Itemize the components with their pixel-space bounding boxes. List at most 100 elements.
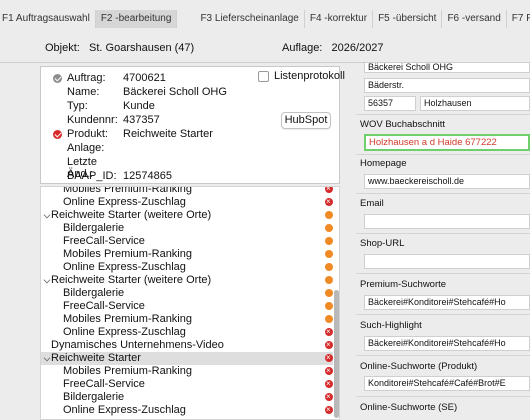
status-error-icon [325,364,333,377]
auflage-value: 2026/2027 [331,42,384,54]
status-error-icon [325,351,333,364]
tab-f5-uebersicht[interactable]: F5 -übersicht [373,10,443,28]
online-suchworte-se-label: Online-Suchworte (SE) [360,402,458,413]
tree-item[interactable]: Dynamisches Unternehmens-Video [41,338,333,352]
tab-f7[interactable]: F7 Fre [507,10,530,28]
status-error-icon [325,390,333,403]
tree-item-label: Bildergalerie [63,391,125,403]
tab-f4-korrektur[interactable]: F4 -korrektur [305,10,374,28]
function-key-tabbar: F1 Auftragsauswahl F2 -bearbeitung F3 Li… [0,10,530,28]
tree-item-label: FreeCall-Service [63,300,145,312]
status-warning-icon [325,263,333,271]
status-warning-icon [325,237,333,245]
status-warning-icon [325,289,333,297]
customer-details-panel: Bäckerei Scholl OHG Bäderstr. 56357 Holz… [356,62,530,420]
auflage-label: Auflage: [282,42,323,54]
info-label: Anlage: [67,142,105,154]
tree-item-label: Bildergalerie [63,222,125,234]
street-field[interactable]: Bäderstr. [364,78,530,93]
info-label: Kundennr: [67,114,118,126]
divider [356,314,530,315]
auflage-line: Auflage: 2026/2027 [282,42,384,54]
tree-group-selected[interactable]: Reichweite Starter [41,351,333,365]
homepage-field[interactable]: www.baeckereischoll.de [364,174,530,189]
gray-check-icon [53,74,62,83]
chevron-down-icon[interactable] [43,354,51,362]
product-tree: Mobiles Premium-Ranking Online Express-Z… [40,186,340,420]
tree-item[interactable]: FreeCall-Service [41,377,333,391]
divider [356,273,530,274]
info-value: 437357 [123,114,160,126]
listenprotokoll-checkbox[interactable]: Listenprotokoll [258,70,345,82]
tree-item[interactable]: Bildergalerie [41,222,333,235]
tree-group[interactable]: Reichweite Starter (weitere Orte) [41,209,333,222]
tree-item[interactable]: Mobiles Premium-Ranking [41,364,333,378]
status-warning-icon [325,315,333,323]
tree-item[interactable]: FreeCall-Service [41,235,333,248]
tree-item[interactable]: Mobiles Premium-Ranking [41,187,333,196]
info-value: 12574865 [123,170,172,182]
status-warning-icon [325,224,333,232]
premium-suchworte-field[interactable]: Bäckerei#Konditorei#Stehcafé#Ho [364,295,530,310]
tree-item-label: Bildergalerie [63,287,125,299]
info-label: Auftrag: [67,72,106,84]
tree-item[interactable]: Online Express-Zuschlag [41,261,333,274]
tree-group-label: Reichweite Starter [51,352,141,364]
tree-item[interactable]: FreeCall-Service [41,300,333,313]
tree-item-label: Dynamisches Unternehmens-Video [51,339,224,351]
status-warning-icon [325,250,333,258]
status-error-icon [325,377,333,390]
info-value: 4700621 [123,72,166,84]
tree-item-label: Mobiles Premium-Ranking [63,248,192,260]
info-label: Name: [67,86,100,98]
tree-item[interactable]: Mobiles Premium-Ranking [41,313,333,326]
tree-scrollbar[interactable] [334,290,339,418]
wov-label: WOV Buchabschnitt [360,119,446,130]
info-value: Bäckerei Scholl OHG [123,86,227,98]
red-check-icon [53,130,62,139]
company-field[interactable]: Bäckerei Scholl OHG [364,62,530,73]
status-error-icon [325,325,333,338]
tree-item-label: Mobiles Premium-Ranking [63,313,192,325]
online-suchworte-produkt-field[interactable]: Konditorei#Stehcafé#Café#Brot#E [364,376,530,391]
shop-url-field[interactable] [364,254,530,269]
divider [356,114,530,115]
checkbox-box[interactable] [258,70,269,82]
hubspot-button[interactable]: HubSpot [281,112,331,129]
tree-group[interactable]: Reichweite Starter (weitere Orte) [41,274,333,287]
such-highlight-field[interactable]: Bäckerei#Konditorei#Stehcafé#Ho [364,336,530,351]
such-highlight-label: Such-Highlight [360,320,422,331]
tree-item[interactable]: Online Express-Zuschlag [41,195,333,209]
wov-buchabschnitt-field[interactable]: Holzhausen a d Haide 677222 [364,134,530,151]
tab-f3-lieferscheinanlage[interactable]: F3 Lieferscheinanlage [195,10,305,28]
tree-item[interactable]: Bildergalerie [41,287,333,300]
status-error-icon [325,403,333,416]
tree-item-label: FreeCall-Service [63,378,145,390]
email-field[interactable] [364,214,530,229]
tree-item-label: Online Express-Zuschlag [63,196,186,208]
objekt-line: Objekt: St. Goarshausen (47) [45,42,194,54]
tab-f6-versand[interactable]: F6 -versand [442,10,507,28]
status-warning-icon [325,276,333,284]
tree-item[interactable]: Bildergalerie [41,390,333,404]
status-error-icon [325,338,333,351]
shop-url-label: Shop-URL [360,238,405,249]
zip-field[interactable]: 56357 [364,96,416,111]
tree-item[interactable]: Online Express-Zuschlag [41,403,333,417]
divider [356,396,530,397]
tree-item-label: Online Express-Zuschlag [63,404,186,416]
objekt-value: St. Goarshausen (47) [89,42,195,54]
city-field[interactable]: Holzhausen [420,96,530,111]
tree-item[interactable]: Mobiles Premium-Ranking [41,248,333,261]
tab-f2-bearbeitung[interactable]: F2 -bearbeitung [95,10,178,28]
premium-suchworte-label: Premium-Suchworte [360,279,447,290]
chevron-down-icon[interactable] [43,211,51,219]
chevron-down-icon[interactable] [43,276,51,284]
status-error-icon [325,195,333,208]
tree-item-label: FreeCall-Service [63,235,145,247]
tree-item[interactable]: Online Express-Zuschlag [41,325,333,339]
info-label: Produkt: [67,128,108,140]
objekt-label: Objekt: [45,42,80,54]
info-label: BAAP_ID: [67,170,117,182]
tab-f1-auftragsauswahl[interactable]: F1 Auftragsauswahl [0,10,96,28]
